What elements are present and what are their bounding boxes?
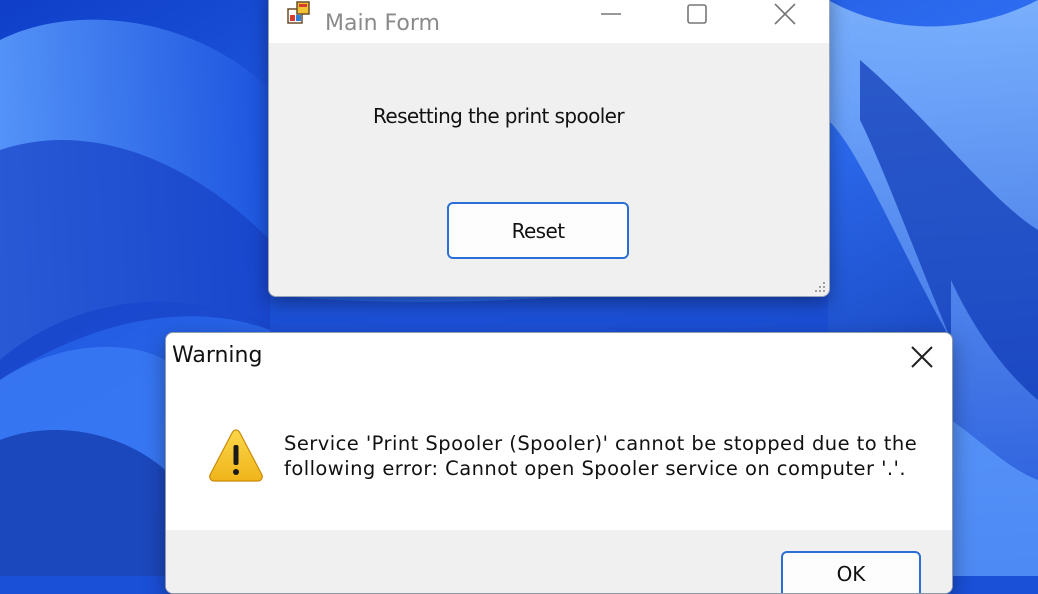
ok-button[interactable]: OK xyxy=(781,551,921,593)
resize-grip-icon[interactable] xyxy=(809,276,827,294)
warning-message: Service 'Print Spooler (Spooler)' cannot… xyxy=(284,431,924,481)
close-icon xyxy=(774,3,796,25)
title-bar[interactable]: Main Form xyxy=(269,0,829,43)
message-line: following error: Cannot open Spooler ser… xyxy=(284,457,907,480)
dialog-footer: OK xyxy=(166,530,952,593)
reset-button[interactable]: Reset xyxy=(447,202,629,259)
form-body: Resetting the print spooler Reset xyxy=(269,43,829,296)
window-title: Main Form xyxy=(325,11,440,36)
dialog-title: Warning xyxy=(172,343,263,368)
minimize-icon xyxy=(601,13,621,15)
app-icon xyxy=(287,1,310,24)
maximize-button[interactable] xyxy=(673,0,721,29)
close-button[interactable] xyxy=(761,0,809,29)
minimize-button[interactable] xyxy=(587,0,635,29)
warning-icon xyxy=(209,429,263,482)
message-line: Service 'Print Spooler (Spooler)' cannot… xyxy=(284,432,918,455)
maximize-icon xyxy=(687,4,707,24)
main-form-window: Main Form Resetting the print spooler Re… xyxy=(268,0,830,297)
warning-dialog: Warning Service 'Print Spooler (Spooler)… xyxy=(165,332,953,594)
status-label: Resetting the print spooler xyxy=(373,104,625,128)
dialog-close-button[interactable] xyxy=(902,341,942,373)
close-icon xyxy=(911,346,933,368)
